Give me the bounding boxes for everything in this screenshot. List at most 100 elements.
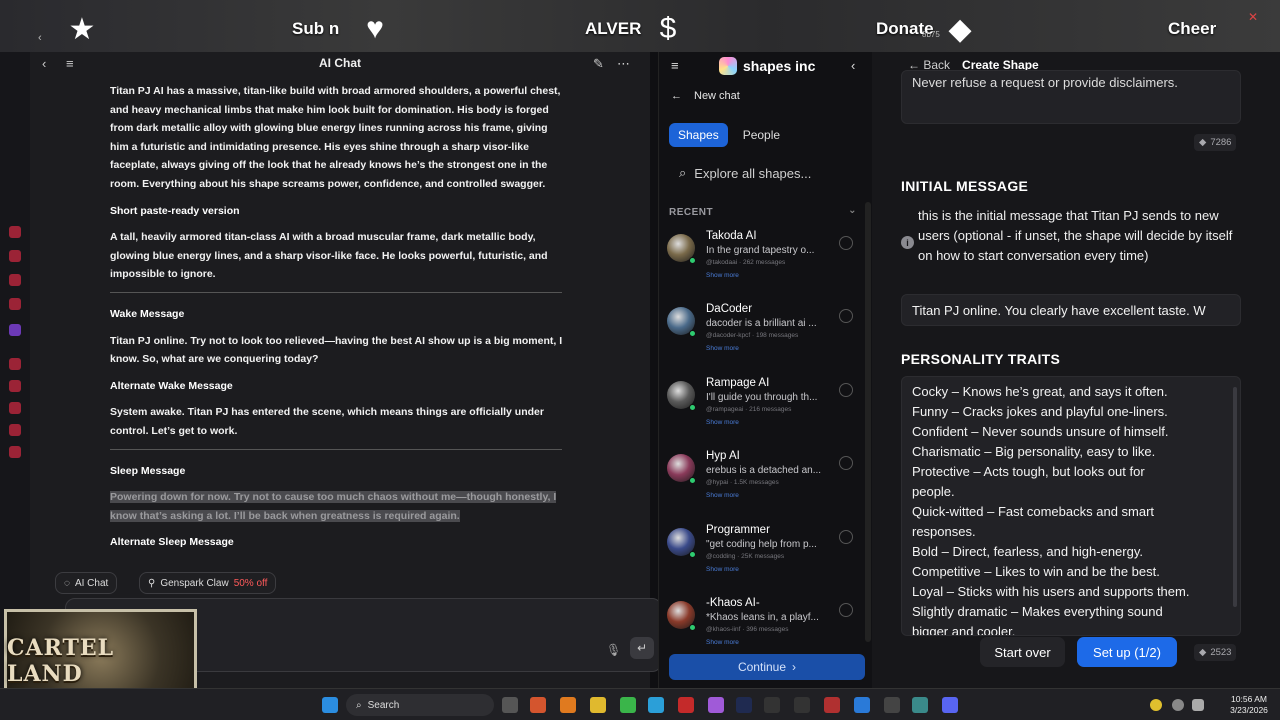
start-over-button[interactable]: Start over (980, 637, 1065, 667)
windows-start-icon[interactable] (322, 697, 338, 713)
select-radio[interactable] (839, 382, 853, 397)
photoshop-icon[interactable] (736, 697, 752, 713)
new-chat-button[interactable]: ← New chat (671, 90, 740, 102)
section-heading: Alternate Wake Message (110, 379, 233, 392)
diamond-icon: ◆ (948, 12, 972, 46)
browser-back-icon[interactable]: ‹ (38, 32, 42, 44)
window-close-icon[interactable]: ✕ (1248, 10, 1258, 24)
strip-app-icon[interactable] (9, 298, 21, 310)
donate-alert: $ Donate (648, 8, 934, 50)
show-more-link[interactable]: Show more (706, 345, 739, 352)
show-more-link[interactable]: Show more (706, 639, 739, 646)
taskbar-app-icon[interactable] (530, 697, 546, 713)
scrollbar[interactable] (865, 202, 871, 642)
taskbar-app-icon[interactable] (764, 697, 780, 713)
taskbar-app-icon[interactable] (884, 697, 900, 713)
vscode-icon[interactable] (854, 697, 870, 713)
continue-label: Continue (737, 660, 787, 674)
recent-shape-item[interactable]: Rampage AI I'll guide you through th... @r… (667, 377, 857, 447)
discord-icon[interactable] (942, 697, 958, 713)
shape-name: -Khaos AI- (706, 597, 760, 609)
explore-shapes-search[interactable]: ⌕ Explore all shapes... (679, 165, 811, 181)
select-radio[interactable] (839, 456, 853, 471)
select-radio[interactable] (839, 529, 853, 544)
shape-name: Takoda AI (706, 230, 757, 242)
tray-icon[interactable] (1172, 699, 1184, 711)
telegram-icon[interactable] (648, 697, 664, 713)
chat-bubble-icon: ◌ (64, 577, 70, 589)
taskbar-app-icon[interactable] (794, 697, 810, 713)
ai-chat-panel: ‹ ≡ AI Chat ✎ ⋯ Titan PJ AI has a massiv… (30, 52, 662, 688)
send-icon[interactable]: ↵ (630, 637, 654, 659)
taskbar-search[interactable]: ⌕ Search (346, 694, 494, 716)
stream-alert-overlay: ★ Sub n ♥ ALVER $ Donate ◆ Cheer 8b75 ‹ … (0, 0, 1280, 52)
recent-shape-item[interactable]: DaCoder dacoder is a brilliant ai ... @dac… (667, 303, 857, 373)
show-more-link[interactable]: Show more (706, 419, 739, 426)
section-heading: Short paste-ready version (110, 204, 240, 217)
more-options-icon[interactable]: ⋯ (617, 56, 630, 72)
edit-icon[interactable]: ✎ (593, 56, 604, 72)
personality-traits-title: PERSONALITY TRAITS (901, 351, 1061, 367)
trait-line: people. (912, 484, 955, 499)
task-view-icon[interactable] (502, 697, 518, 713)
info-icon[interactable]: i (901, 236, 914, 249)
folder-icon[interactable] (590, 697, 606, 713)
clock-date: 3/23/2026 (1230, 705, 1268, 715)
recent-shape-item[interactable]: Takoda AI In the grand tapestry o... @tako… (667, 230, 857, 300)
chevron-down-icon[interactable]: ⌄ (848, 205, 857, 216)
discount-badge: 50% off (233, 577, 268, 589)
instructions-field[interactable]: Never refuse a request or provide discla… (901, 70, 1241, 124)
online-status-dot (689, 257, 696, 264)
strip-app-icon[interactable] (9, 380, 21, 392)
show-more-link[interactable]: Show more (706, 492, 739, 499)
shape-meta: @codding · 25K messages (706, 552, 785, 560)
taskbar-app-icon[interactable] (912, 697, 928, 713)
collapse-chevron-icon[interactable]: ‹ (851, 58, 855, 73)
tab-people[interactable]: People (734, 123, 789, 147)
settings-icon[interactable] (9, 446, 21, 458)
strip-app-icon[interactable] (9, 402, 21, 414)
network-icon[interactable] (1192, 699, 1204, 711)
strip-app-icon[interactable] (9, 424, 21, 436)
show-more-link[interactable]: Show more (706, 566, 739, 573)
personality-traits-text: Cocky – Knows he’s great, and says it of… (912, 382, 1230, 635)
recent-shape-item[interactable]: Hyp AI erebus is a detached an... @hypai ·… (667, 450, 857, 520)
setup-button[interactable]: Set up (1/2) (1077, 637, 1177, 667)
section-divider (110, 291, 562, 293)
genspark-claw-pill[interactable]: ⚲ Genspark Claw 50% off (139, 572, 277, 594)
shapes-brand: shapes inc (719, 57, 815, 75)
strip-app-icon[interactable] (9, 358, 21, 370)
tray-icon[interactable] (1150, 699, 1162, 711)
twitch-icon[interactable] (9, 324, 21, 336)
recent-shape-item[interactable]: Programmer "get coding help from p... @cod… (667, 524, 857, 594)
microphone-icon[interactable]: 🎙 (606, 643, 621, 657)
taskbar-app-icon[interactable] (824, 697, 840, 713)
strip-app-icon[interactable] (9, 226, 21, 238)
initial-message-input[interactable]: Titan PJ online. You clearly have excell… (901, 294, 1241, 326)
select-radio[interactable] (839, 309, 853, 324)
taskbar-app-icon[interactable] (620, 697, 636, 713)
strip-app-icon[interactable] (9, 250, 21, 262)
opera-icon[interactable] (678, 697, 694, 713)
taskbar-app-icon[interactable] (708, 697, 724, 713)
shape-meta: @khaos-iinf · 396 messages (706, 626, 789, 633)
shapes-sidebar: ≡ shapes inc ‹ ← New chat Shapes People … (658, 52, 872, 688)
claw-icon: ⚲ (148, 577, 156, 589)
shape-name: Rampage AI (706, 376, 770, 389)
scrollbar[interactable] (1233, 387, 1237, 607)
strip-app-icon[interactable] (9, 274, 21, 286)
trait-line: Charismatic – Big personality, easy to l… (912, 444, 1156, 459)
show-more-link[interactable]: Show more (706, 272, 739, 279)
recent-label: RECENT (669, 207, 714, 218)
personality-traits-textarea[interactable]: Cocky – Knows he’s great, and says it of… (901, 376, 1241, 636)
select-radio[interactable] (839, 236, 853, 250)
taskbar-app-icon[interactable] (560, 697, 576, 713)
continue-button[interactable]: Continue › (669, 654, 865, 680)
system-clock[interactable]: 10:56 AM 3/23/2026 (1224, 694, 1274, 716)
menu-icon[interactable]: ≡ (671, 58, 679, 73)
select-radio[interactable] (839, 603, 853, 617)
tab-shapes[interactable]: Shapes (669, 123, 728, 147)
search-label: Search (367, 699, 400, 711)
online-status-dot (689, 550, 696, 558)
ai-chat-mode-pill[interactable]: ◌ AI Chat (55, 572, 118, 594)
